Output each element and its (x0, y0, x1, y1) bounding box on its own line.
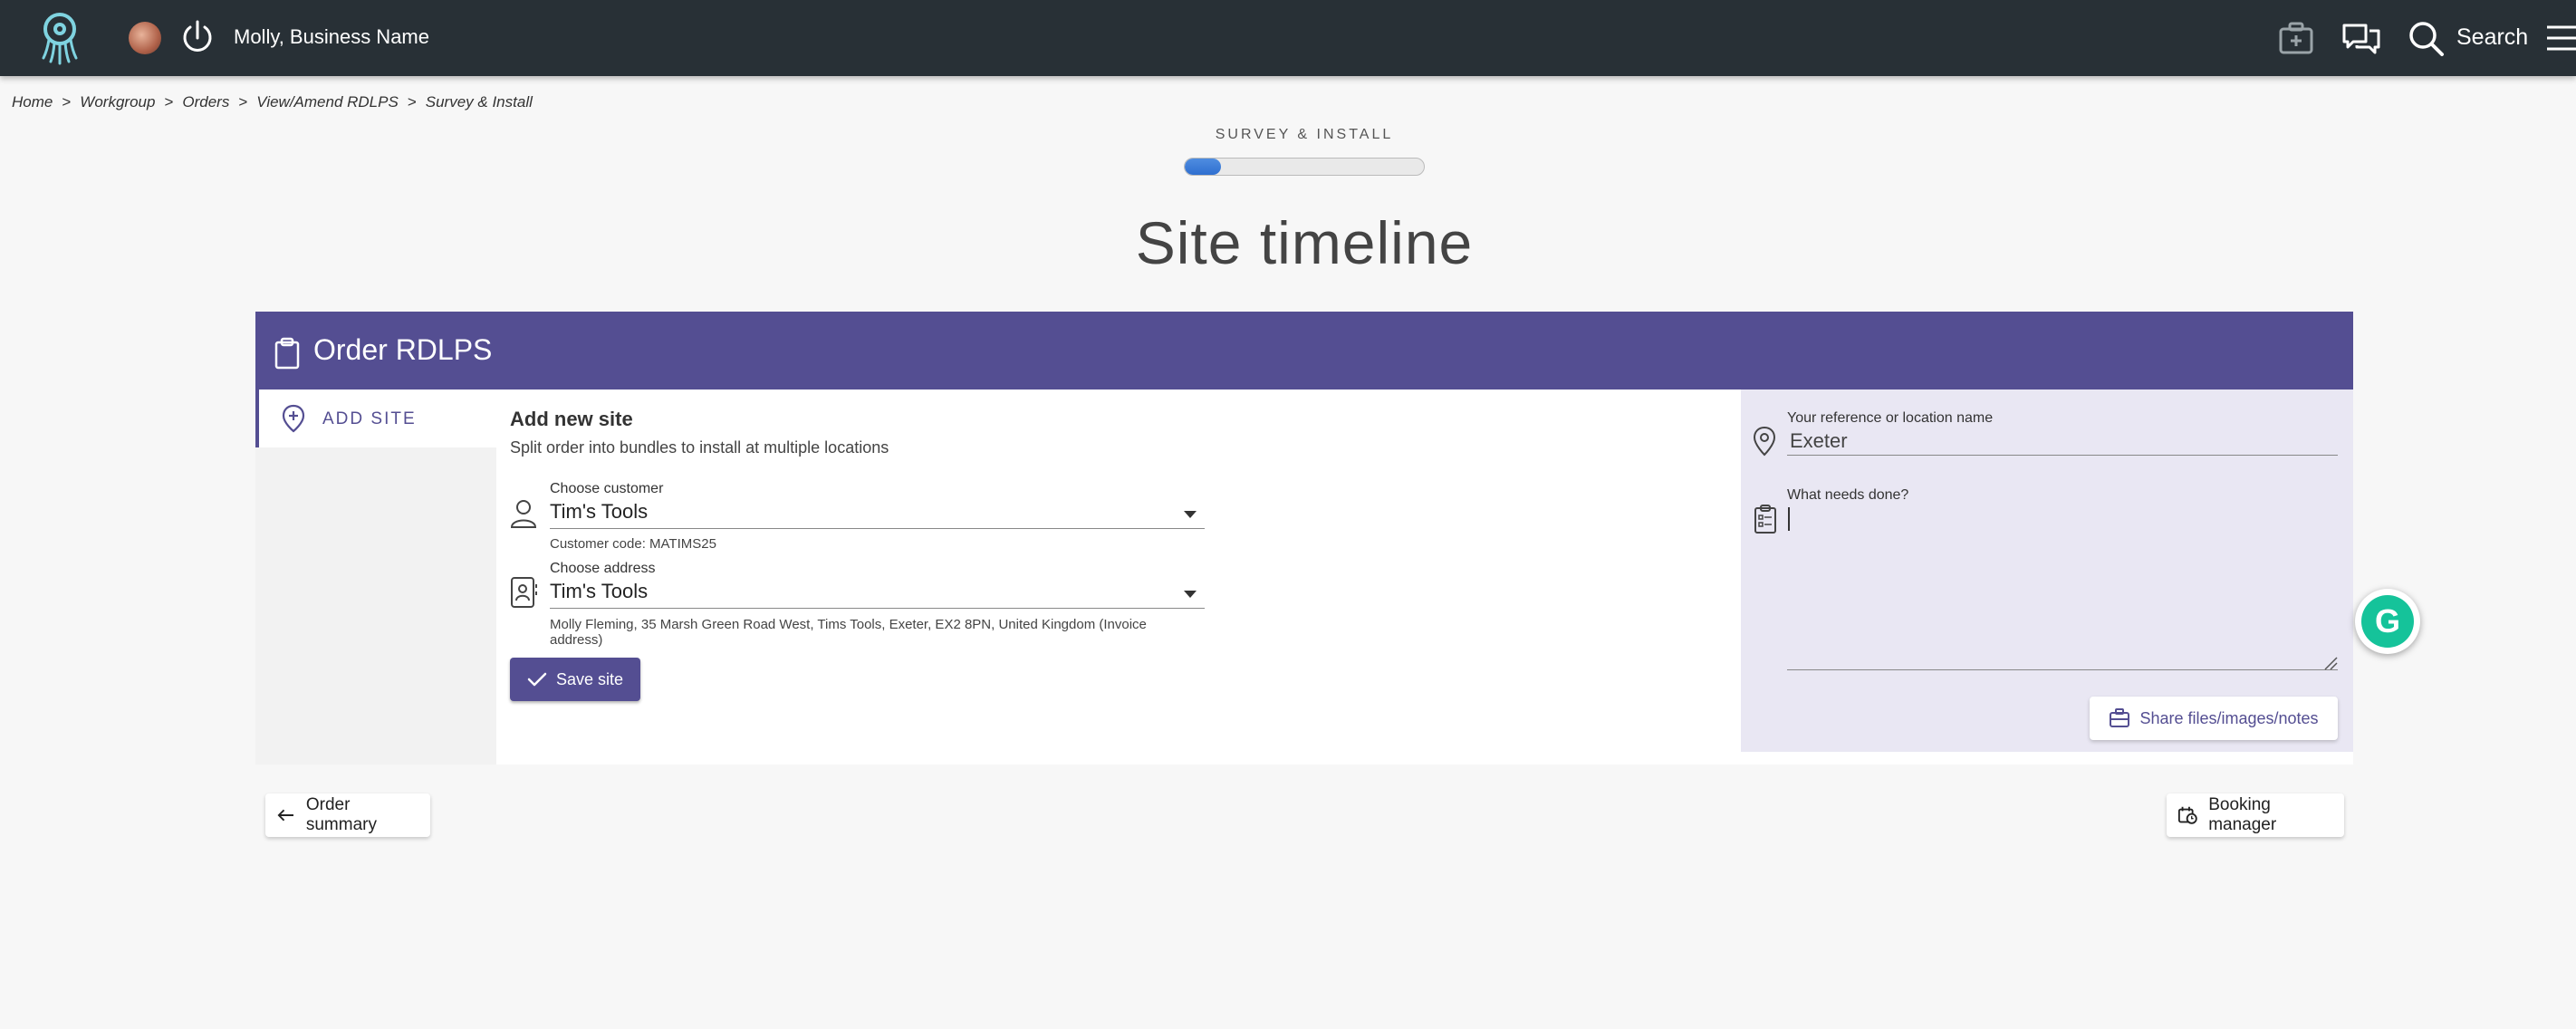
share-files-label: Share files/images/notes (2139, 708, 2319, 727)
toolbox-icon[interactable] (2275, 18, 2317, 58)
resize-handle-icon[interactable] (2323, 656, 2338, 670)
app-logo-icon[interactable] (36, 11, 83, 65)
tab-add-site[interactable]: ADD SITE (255, 389, 496, 447)
panel-header: Order RDLPS (255, 312, 2353, 389)
booking-manager-label: Booking manager (2208, 795, 2277, 834)
page-title: Site timeline (1135, 209, 1474, 276)
person-icon (510, 500, 537, 528)
address-detail: Molly Fleming, 35 Marsh Green Road West,… (550, 617, 1147, 632)
share-files-button[interactable]: Share files/images/notes (2090, 697, 2338, 740)
address-underline (550, 608, 1205, 609)
save-site-label: Save site (555, 669, 624, 688)
progress-bar (1184, 158, 1425, 176)
power-icon[interactable] (179, 18, 216, 58)
save-site-button[interactable]: Save site (510, 658, 640, 701)
user-name[interactable]: Molly, Business Name (234, 25, 429, 49)
side-nav: ADD SITE (255, 389, 496, 765)
needs-textarea[interactable] (1787, 505, 2338, 670)
customer-label: Choose customer (550, 481, 664, 496)
menu-icon[interactable] (2543, 18, 2576, 58)
checklist-icon (1754, 505, 1776, 534)
briefcase-icon (2110, 708, 2130, 727)
grammarly-icon: G (2361, 595, 2414, 648)
chat-icon[interactable] (2341, 18, 2382, 58)
breadcrumb-separator: > (62, 93, 72, 111)
chevron-down-icon[interactable] (1184, 591, 1197, 598)
needs-label: What needs done? (1787, 487, 1909, 503)
stage-label: SURVEY & INSTALL (1215, 127, 1394, 142)
breadcrumb-view-amend[interactable]: View/Amend RDLPS (256, 93, 399, 111)
booking-manager-button[interactable]: Booking manager (2167, 793, 2344, 837)
search-label[interactable]: Search (2456, 24, 2528, 51)
search-icon[interactable] (2406, 18, 2447, 58)
location-add-icon (282, 404, 305, 433)
tab-add-site-label: ADD SITE (322, 409, 417, 428)
avatar[interactable] (129, 22, 161, 54)
top-bar: Molly, Business Name Search (0, 0, 2576, 76)
grammarly-button[interactable]: G (2355, 589, 2420, 654)
breadcrumb-orders[interactable]: Orders (182, 93, 229, 111)
clipboard-icon (274, 337, 300, 370)
customer-code: Customer code: MATIMS25 (550, 536, 716, 552)
reference-input[interactable]: Exeter (1790, 429, 1848, 453)
breadcrumb-separator: > (238, 93, 248, 111)
reference-label: Your reference or location name (1787, 410, 1994, 426)
order-summary-label: Order summary (305, 795, 377, 834)
breadcrumb-survey-install[interactable]: Survey & Install (426, 93, 533, 111)
address-detail-cont: address) (550, 632, 603, 648)
breadcrumb-separator: > (164, 93, 174, 111)
check-icon (527, 672, 547, 687)
panel-title: Order RDLPS (313, 333, 493, 366)
customer-underline (550, 528, 1205, 529)
form-subtitle: Split order into bundles to install at m… (510, 438, 889, 457)
breadcrumb-home[interactable]: Home (12, 93, 53, 111)
breadcrumb-workgroup[interactable]: Workgroup (80, 93, 155, 111)
customer-select[interactable]: Tim's Tools (550, 500, 648, 524)
breadcrumb: Home > Workgroup > Orders > View/Amend R… (12, 93, 533, 111)
progress-fill (1185, 159, 1221, 175)
chevron-down-icon[interactable] (1184, 511, 1197, 518)
form-title: Add new site (510, 408, 633, 430)
address-select[interactable]: Tim's Tools (550, 580, 648, 603)
location-pin-icon (1753, 426, 1776, 457)
calendar-clock-icon (2177, 806, 2197, 824)
order-summary-button[interactable]: Order summary (265, 793, 430, 837)
address-label: Choose address (550, 561, 656, 576)
address-book-icon (511, 577, 537, 608)
reference-underline (1787, 455, 2338, 456)
breadcrumb-separator: > (407, 93, 417, 111)
text-cursor (1788, 507, 1790, 531)
arrow-left-icon (277, 809, 293, 822)
